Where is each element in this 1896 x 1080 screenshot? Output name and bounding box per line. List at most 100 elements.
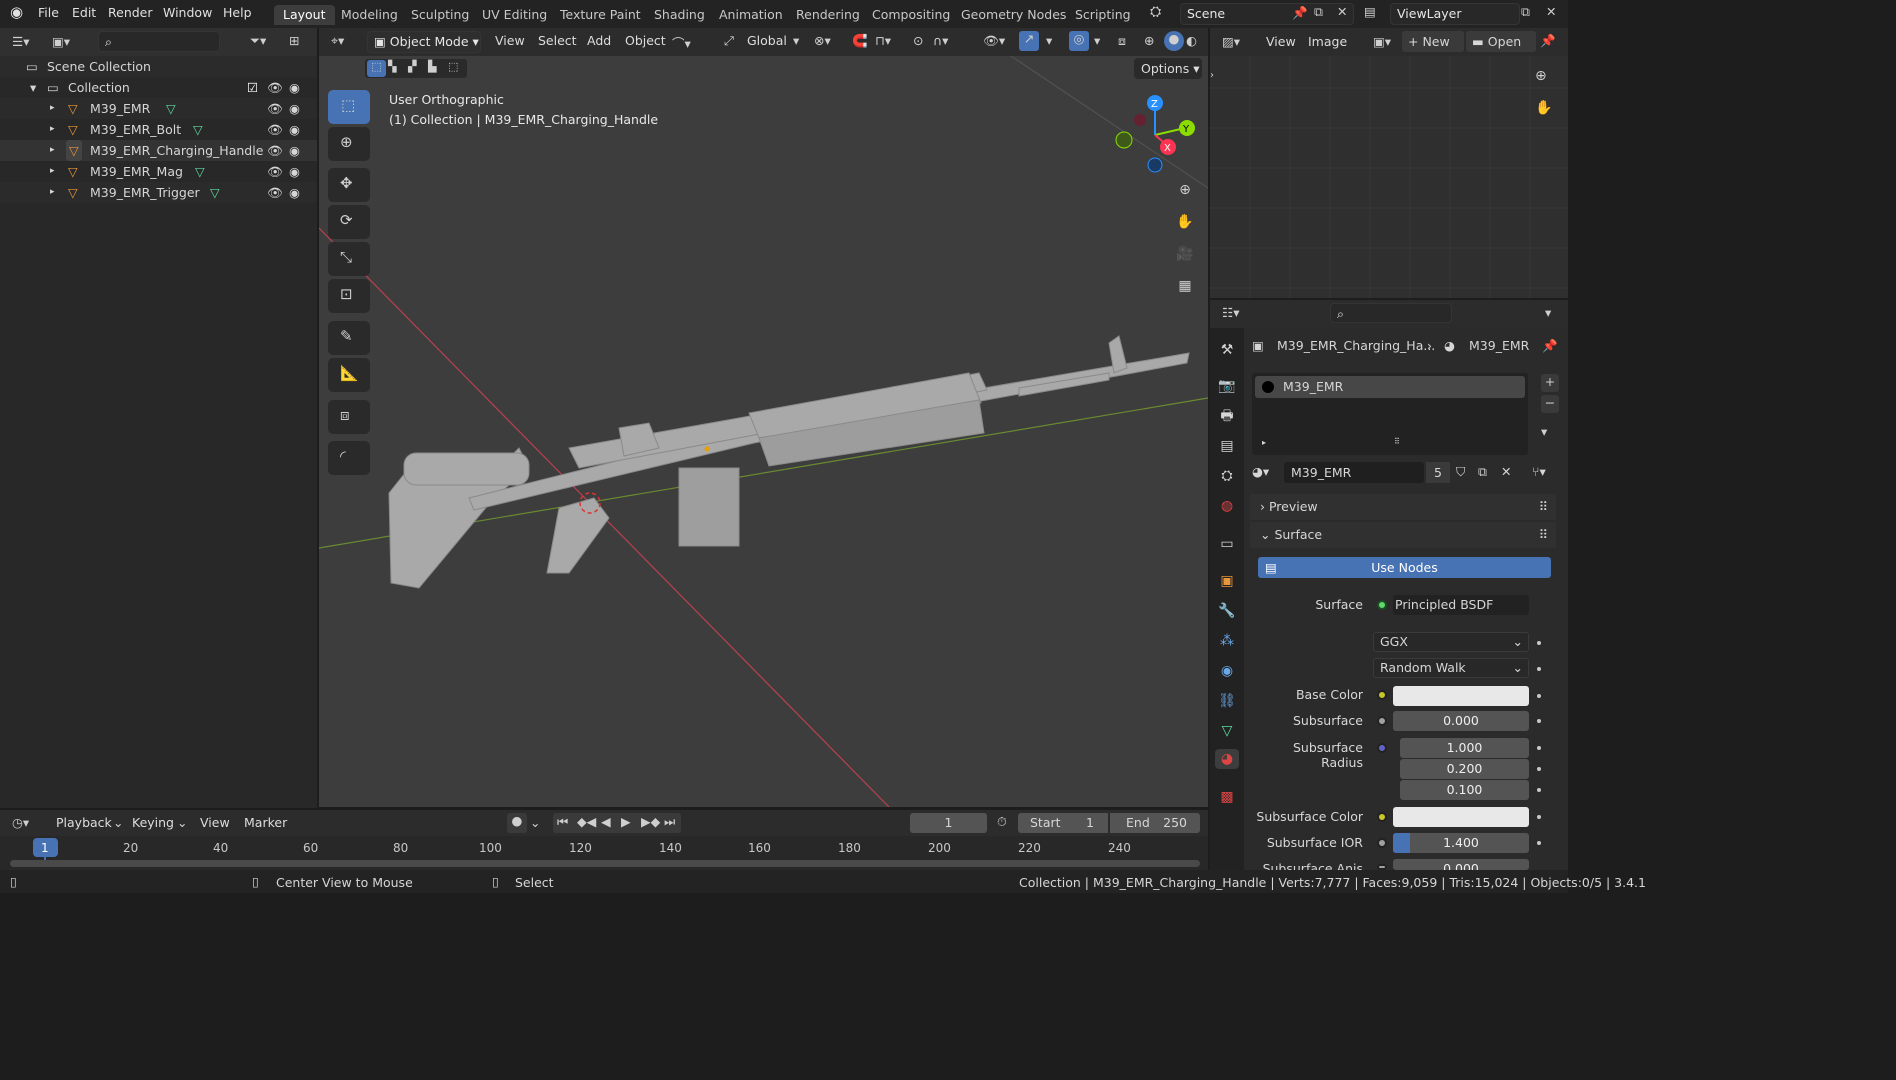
image-editor[interactable] bbox=[1210, 28, 1568, 298]
display-mode-icon[interactable]: ▣▾ bbox=[52, 34, 70, 49]
subsurface-method-dropdown[interactable]: Random Walk ⌄ bbox=[1373, 658, 1529, 678]
transform-orientation-icon[interactable]: ⤢ bbox=[724, 33, 734, 49]
wireframe-shading-icon[interactable]: ⊕ bbox=[1144, 33, 1154, 48]
eye-icon[interactable]: 👁 bbox=[267, 119, 283, 140]
use-nodes-button[interactable]: ▤ Use Nodes bbox=[1258, 557, 1551, 578]
menu-view[interactable]: View bbox=[495, 33, 525, 48]
mode-dropdown[interactable]: ▣ Object Mode ▾ bbox=[367, 31, 481, 53]
tab-shading[interactable]: Shading bbox=[645, 5, 714, 25]
fake-user-icon[interactable]: ⛉ bbox=[1456, 464, 1465, 480]
base-color-swatch[interactable] bbox=[1393, 686, 1529, 706]
expand-arrow-icon[interactable]: ▸ bbox=[50, 98, 55, 119]
add-cube-tool[interactable]: ⧈ bbox=[328, 400, 370, 434]
eye-icon[interactable]: 👁 bbox=[267, 182, 283, 203]
duplicate-material-icon[interactable]: ⧉ bbox=[1478, 464, 1487, 480]
collection-tab-icon[interactable]: ▭ bbox=[1217, 534, 1237, 554]
snap-icon[interactable]: 🧲 bbox=[852, 33, 868, 49]
material-tab-icon[interactable]: ◕ bbox=[1215, 749, 1239, 769]
data-tab-icon[interactable]: ▽ bbox=[1217, 721, 1237, 741]
menu-view[interactable]: View bbox=[200, 815, 230, 830]
material-slot-item[interactable]: M39_EMR bbox=[1255, 376, 1525, 398]
keyframe-dot-icon[interactable] bbox=[1537, 694, 1541, 698]
menu-render[interactable]: Render bbox=[108, 5, 153, 20]
next-keyframe-icon[interactable]: ▶◆ bbox=[641, 814, 660, 829]
preview-panel-header[interactable]: › Preview ⠿ bbox=[1250, 494, 1556, 520]
modifier-tab-icon[interactable]: 🔧 bbox=[1217, 601, 1237, 621]
pan-hand-icon[interactable]: ✋ bbox=[1174, 214, 1196, 236]
new-collection-icon[interactable]: ⊞ bbox=[289, 33, 299, 48]
eye-icon[interactable]: 👁 bbox=[267, 161, 283, 182]
keyframe-dot-icon[interactable] bbox=[1537, 667, 1541, 671]
menu-playback[interactable]: Playback bbox=[56, 815, 112, 830]
resize-grip-icon[interactable]: ⠿ bbox=[1394, 437, 1400, 446]
proportional-icon[interactable]: ⊙ bbox=[913, 33, 923, 48]
subsurface-ior-slider[interactable]: 1.400 bbox=[1393, 833, 1529, 853]
scene-icon[interactable]: ⛭ bbox=[1150, 4, 1161, 20]
move-tool[interactable]: ✥ bbox=[328, 168, 370, 202]
particles-tab-icon[interactable]: ⁂ bbox=[1217, 631, 1237, 651]
material-name-field[interactable]: M39_EMR bbox=[1284, 462, 1424, 483]
expand-arrow-icon[interactable]: ▾ bbox=[30, 77, 36, 98]
subsurface-color-swatch[interactable] bbox=[1393, 807, 1529, 827]
pivot-point-icon[interactable]: ⊗▾ bbox=[814, 33, 831, 48]
jump-end-icon[interactable]: ⏭ bbox=[664, 814, 675, 830]
measure-tool[interactable]: 📐 bbox=[328, 358, 370, 392]
stopwatch-icon[interactable]: ⏱ bbox=[997, 814, 1007, 830]
keyframe-dot-icon[interactable] bbox=[1537, 746, 1541, 750]
world-tab-icon[interactable]: ◍ bbox=[1217, 496, 1237, 516]
ortho-grid-icon[interactable]: ▦ bbox=[1174, 278, 1196, 300]
proportional-edit-icon[interactable]: ⌒▾ bbox=[672, 33, 691, 52]
surface-shader-field[interactable]: Principled BSDF bbox=[1393, 595, 1529, 615]
open-image-button[interactable]: ▬ Open bbox=[1466, 31, 1536, 52]
zoom-icon[interactable]: ⊕ bbox=[1174, 182, 1196, 204]
expand-arrow-icon[interactable]: ▸ bbox=[50, 161, 55, 182]
menu-image[interactable]: Image bbox=[1308, 34, 1347, 49]
keyframe-dot-icon[interactable] bbox=[1537, 641, 1541, 645]
editor-type-icon[interactable]: ☰▾ bbox=[12, 34, 29, 49]
start-frame-field[interactable]: Start 1 bbox=[1018, 813, 1108, 833]
visibility-icon[interactable]: 👁▾ bbox=[983, 33, 1005, 49]
select-subtract-icon[interactable]: ▞ bbox=[408, 60, 416, 73]
orientation-dropdown[interactable]: Global bbox=[747, 33, 787, 48]
tree-row-object[interactable]: ▸ ▽ M39_EMR_Bolt ▽ 👁 ◉ bbox=[0, 119, 317, 140]
new-image-button[interactable]: + New bbox=[1402, 31, 1464, 52]
close-icon[interactable]: ✕ bbox=[1546, 4, 1556, 19]
unlink-icon[interactable]: ✕ bbox=[1501, 464, 1511, 479]
user-count-badge[interactable]: 5 bbox=[1426, 462, 1450, 483]
current-frame-field[interactable]: 1 bbox=[910, 813, 987, 833]
tab-sculpting[interactable]: Sculpting bbox=[402, 5, 478, 25]
eye-icon[interactable]: 👁 bbox=[267, 140, 283, 161]
menu-marker[interactable]: Marker bbox=[244, 815, 287, 830]
image-browse-icon[interactable]: ▣▾ bbox=[1373, 34, 1391, 49]
radius-x-field[interactable]: 1.000 bbox=[1400, 738, 1529, 758]
timeline-scrollbar[interactable] bbox=[10, 860, 1200, 867]
tree-row-object[interactable]: ▸ ▽ M39_EMR_Trigger ▽ 👁 ◉ bbox=[0, 182, 317, 203]
chevron-down-icon[interactable]: ▾ bbox=[1046, 33, 1052, 48]
play-reverse-icon[interactable]: ◀ bbox=[601, 814, 611, 829]
chevron-down-icon[interactable]: ⌄ bbox=[530, 815, 540, 830]
blender-logo-icon[interactable]: ◉ bbox=[10, 3, 23, 21]
material-shading-icon[interactable]: ◐ bbox=[1186, 33, 1197, 48]
falloff-icon[interactable]: ∩▾ bbox=[933, 33, 948, 48]
material-browse-icon[interactable]: ◕▾ bbox=[1252, 464, 1269, 479]
subsurface-anisotropy-field[interactable]: 0.000 bbox=[1393, 859, 1529, 870]
scene-tab-icon[interactable]: ⛭ bbox=[1217, 466, 1237, 486]
add-slot-icon[interactable]: + bbox=[1541, 374, 1559, 392]
keyframe-dot-icon[interactable] bbox=[1537, 719, 1541, 723]
gizmo-toggle-icon[interactable]: ↗ bbox=[1019, 31, 1039, 51]
camera-icon[interactable]: ◉ bbox=[289, 98, 300, 119]
properties-search-input[interactable]: ⌕ bbox=[1330, 303, 1452, 323]
drag-handle-icon[interactable]: ⠿ bbox=[1539, 522, 1548, 548]
xray-icon[interactable]: ⧈ bbox=[1118, 33, 1126, 49]
radius-z-field[interactable]: 0.100 bbox=[1400, 780, 1529, 800]
radius-y-field[interactable]: 0.200 bbox=[1400, 759, 1529, 779]
chevron-down-icon[interactable]: ⌄ bbox=[113, 815, 123, 830]
tool-tab-icon[interactable]: ⚒ bbox=[1217, 340, 1237, 360]
menu-add[interactable]: Add bbox=[587, 33, 611, 48]
filter-icon[interactable]: ⏷▾ bbox=[250, 33, 266, 49]
scene-field[interactable]: Scene bbox=[1180, 3, 1354, 25]
menu-file[interactable]: File bbox=[38, 5, 59, 20]
tab-layout[interactable]: Layout bbox=[274, 5, 335, 25]
navigation-gizmo[interactable]: Z Y X bbox=[1110, 90, 1200, 180]
chevron-down-icon[interactable]: ⌄ bbox=[177, 815, 187, 830]
